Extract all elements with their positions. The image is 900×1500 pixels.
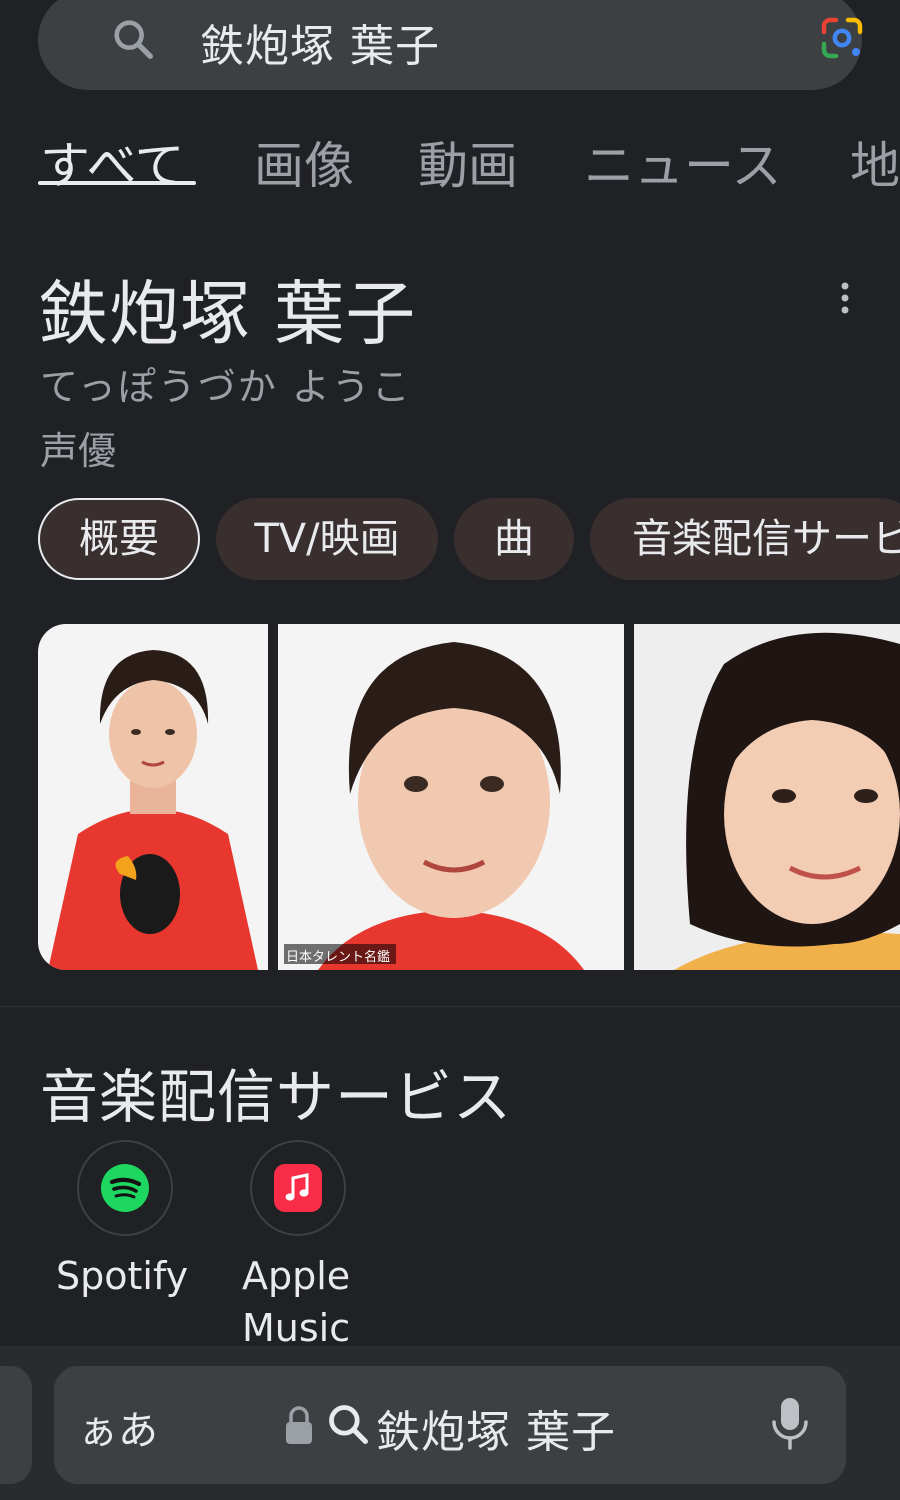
- portrait-image-3[interactable]: [634, 624, 900, 970]
- chip-overview[interactable]: 概要: [38, 498, 200, 580]
- spotify-label[interactable]: Spotify: [56, 1250, 188, 1302]
- portrait-image-1[interactable]: [38, 624, 268, 970]
- page-settings-button[interactable]: ぁあ: [78, 1398, 158, 1456]
- entity-type: 声優: [40, 429, 117, 473]
- name-reading: てっぽうづか ようこ: [40, 365, 412, 409]
- address-search-icon: [329, 1405, 368, 1444]
- search-bar[interactable]: 鉄炮塚 葉子: [38, 0, 863, 90]
- search-query-text[interactable]: 鉄炮塚 葉子: [200, 10, 440, 74]
- tab-images[interactable]: 画像: [254, 126, 354, 198]
- search-icon[interactable]: [110, 16, 156, 62]
- music-services-title: 音楽配信サービス: [40, 1063, 513, 1131]
- image-credit-caption: 日本タレント名鑑: [286, 950, 391, 965]
- tab-maps[interactable]: 地: [850, 126, 900, 198]
- tab-videos[interactable]: 動画: [418, 126, 518, 198]
- chip-music-services[interactable]: 音楽配信サービ: [590, 498, 900, 580]
- more-options-icon[interactable]: [830, 278, 860, 318]
- apple-music-label[interactable]: Apple Music: [242, 1250, 350, 1354]
- knowledge-panel-title: 鉄炮塚 葉子: [38, 273, 417, 355]
- active-tab-indicator: [38, 181, 196, 185]
- previous-tab-edge[interactable]: [0, 1366, 32, 1484]
- apple-music-icon: [274, 1164, 322, 1212]
- spotify-button[interactable]: [77, 1140, 173, 1236]
- portrait-image-2[interactable]: 日本タレント名鑑: [278, 624, 624, 970]
- image-carousel: 日本タレント名鑑: [0, 624, 900, 970]
- spotify-icon: [101, 1164, 149, 1212]
- address-text[interactable]: 鉄炮塚 葉子: [376, 1396, 616, 1460]
- search-results-page: 鉄炮塚 葉子 すべて 画像 動画 ニュース 地 鉄炮塚 葉子 てっぽうづか よう…: [0, 0, 900, 1500]
- apple-music-button[interactable]: [250, 1140, 346, 1236]
- section-divider: [0, 1006, 900, 1007]
- chip-tv-movies[interactable]: TV/映画: [216, 498, 438, 580]
- google-lens-icon[interactable]: [818, 14, 866, 62]
- apple-music-label-line1: Apple: [242, 1254, 351, 1298]
- tab-news[interactable]: ニュース: [584, 126, 782, 198]
- microphone-icon[interactable]: [768, 1396, 812, 1452]
- search-tabs: すべて 画像 動画 ニュース 地: [0, 120, 900, 200]
- chip-songs[interactable]: 曲: [454, 498, 574, 580]
- tab-all[interactable]: すべて: [40, 126, 185, 198]
- lock-icon: [286, 1406, 312, 1444]
